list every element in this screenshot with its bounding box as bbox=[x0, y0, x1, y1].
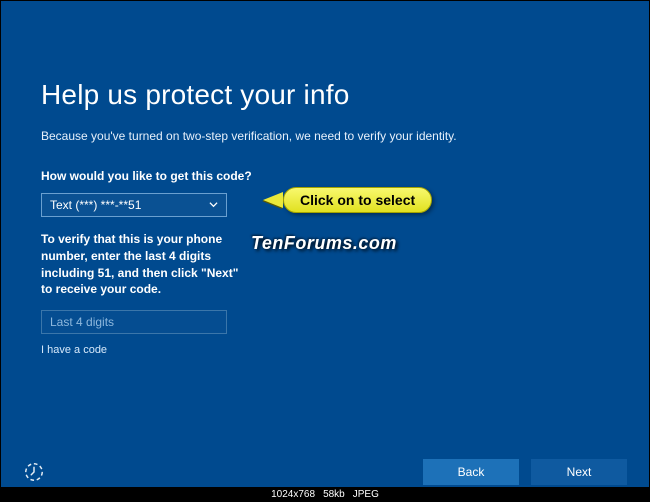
last-4-digits-input[interactable] bbox=[41, 310, 227, 334]
subtext: Because you've turned on two-step verifi… bbox=[41, 129, 609, 143]
meta-dimensions: 1024x768 bbox=[271, 489, 315, 500]
code-method-label: How would you like to get this code? bbox=[41, 169, 609, 183]
code-method-selected: Text (***) ***-**51 bbox=[50, 198, 141, 212]
ease-of-access-icon[interactable] bbox=[23, 461, 45, 483]
chevron-down-icon bbox=[209, 198, 218, 212]
back-button[interactable]: Back bbox=[423, 459, 519, 485]
image-meta-strip: 1024x768 58kb JPEG bbox=[1, 487, 649, 501]
meta-format: JPEG bbox=[353, 489, 379, 500]
i-have-a-code-link[interactable]: I have a code bbox=[41, 344, 107, 356]
next-button[interactable]: Next bbox=[531, 459, 627, 485]
code-method-select[interactable]: Text (***) ***-**51 bbox=[41, 193, 227, 217]
page-title: Help us protect your info bbox=[41, 79, 609, 111]
verify-instructions: To verify that this is your phone number… bbox=[41, 231, 241, 298]
meta-size: 58kb bbox=[323, 489, 345, 500]
